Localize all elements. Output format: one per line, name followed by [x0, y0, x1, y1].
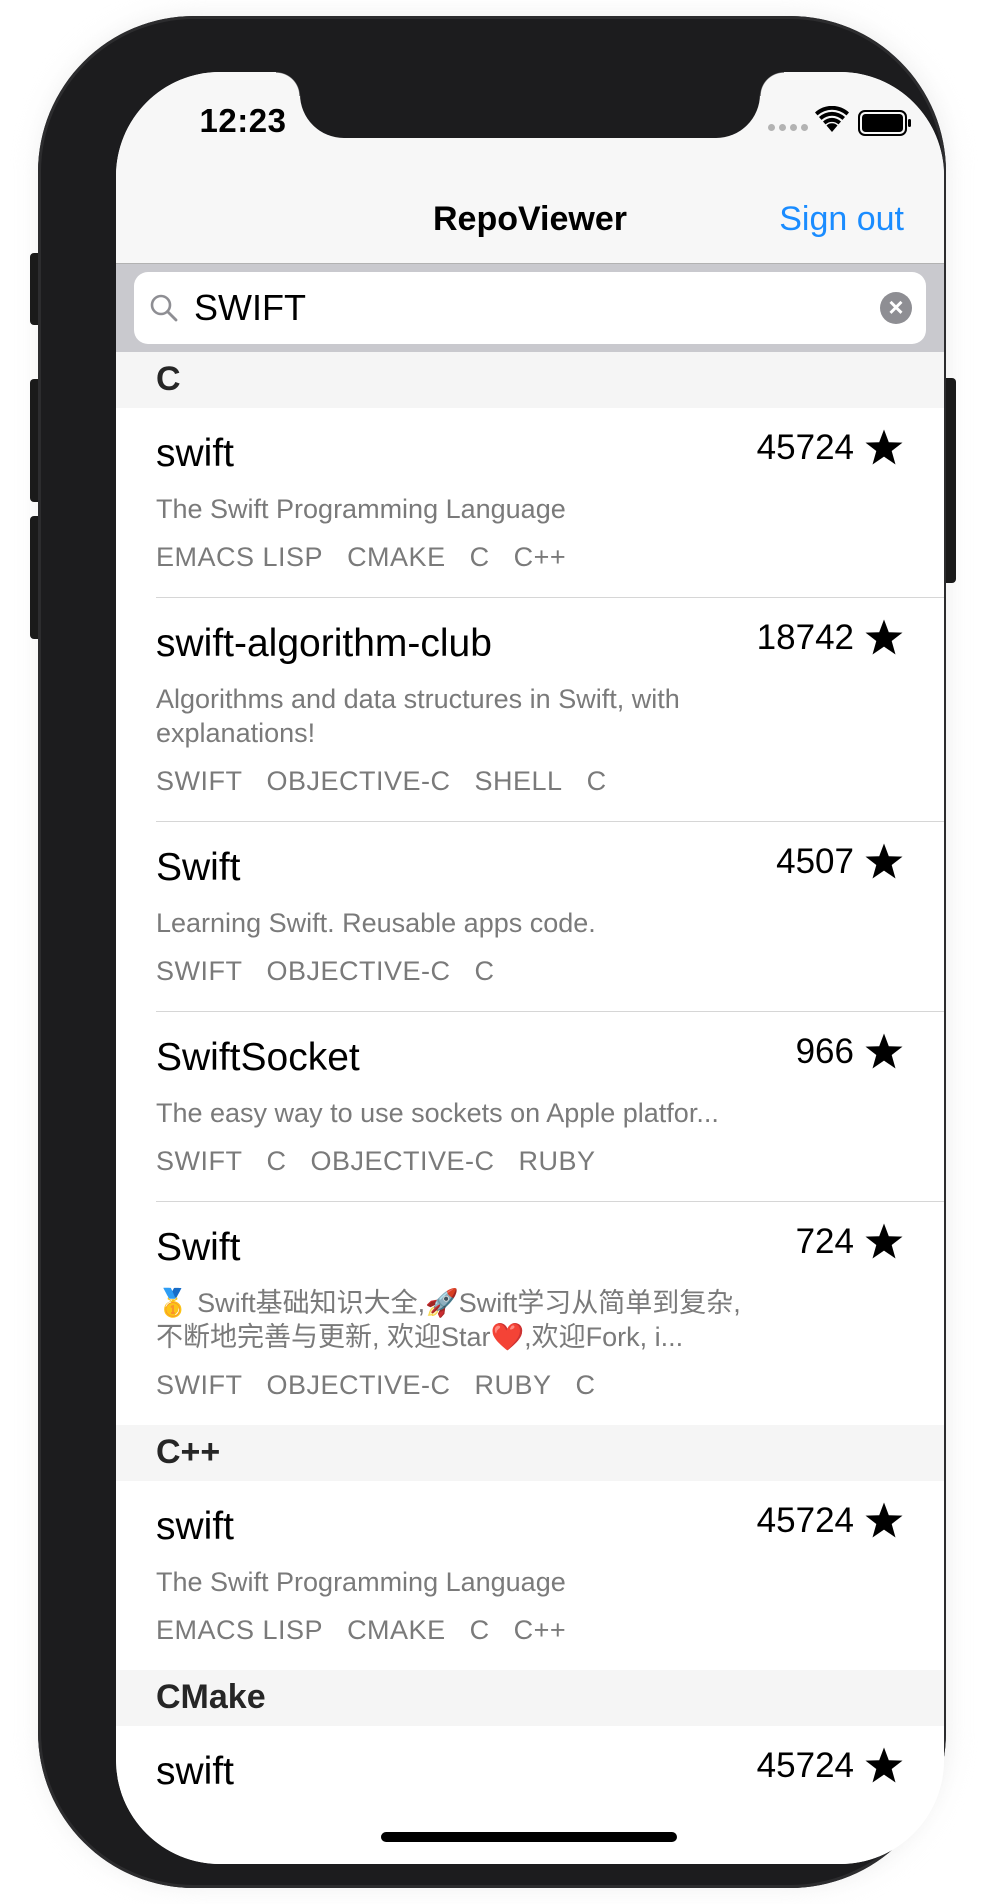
star-icon — [865, 429, 903, 465]
section-header: CMake — [116, 1670, 944, 1726]
repo-row[interactable]: swift-algorithm-club 18742 Algorithms and … — [116, 598, 944, 821]
search-value: SWIFT — [194, 287, 306, 328]
star-count: 45724 — [757, 428, 904, 468]
star-icon — [865, 1223, 903, 1259]
notch — [276, 72, 784, 138]
repo-description: Algorithms and data structures in Swift,… — [156, 684, 680, 748]
star-count-value: 966 — [795, 1032, 854, 1071]
repo-list: Cswift 45724 The Swift Programming Languag… — [116, 352, 944, 1818]
star-icon — [865, 1502, 903, 1538]
repo-name: SwiftSocket — [156, 1036, 360, 1079]
language-tag: EMACS LISP — [156, 1615, 324, 1645]
repo-name: swift — [156, 1505, 234, 1548]
repo-row[interactable]: Swift 724 🥇 Swift基础知识大全,🚀Swift学习从简单到复杂,不断地… — [116, 1202, 944, 1425]
language-tag: RUBY — [474, 1370, 552, 1400]
language-tag: C — [575, 1370, 596, 1400]
repo-languages: SWIFT OBJECTIVE-C SHELL C — [156, 766, 904, 797]
language-tag: OBJECTIVE-C — [266, 1370, 451, 1400]
language-tag: CMAKE — [347, 1615, 446, 1645]
language-tag: OBJECTIVE-C — [266, 956, 451, 986]
repo-name: Swift — [156, 1226, 241, 1269]
star-count: 966 — [796, 1032, 904, 1072]
star-count-value: 45724 — [756, 428, 854, 467]
language-tag: OBJECTIVE-C — [266, 766, 451, 796]
language-tag: C++ — [513, 542, 567, 572]
language-tag: C — [266, 1146, 287, 1176]
navigation-bar: RepoViewer Sign out — [116, 176, 944, 264]
repo-row[interactable]: SwiftSocket 966 The easy way to use socket… — [116, 1012, 944, 1201]
star-icon — [865, 1747, 903, 1783]
repo-languages: SWIFT OBJECTIVE-C C — [156, 956, 904, 987]
star-count-value: 4507 — [776, 842, 854, 881]
star-count-value: 45724 — [756, 1746, 854, 1785]
repo-name: Swift — [156, 846, 241, 889]
language-tag: SWIFT — [156, 1370, 243, 1400]
language-tag: C — [586, 766, 607, 796]
sign-out-button[interactable]: Sign out — [779, 200, 904, 239]
cellular-signal-icon — [768, 124, 808, 131]
star-count: 4507 — [776, 842, 904, 882]
star-count: 45724 — [757, 1501, 904, 1541]
language-tag: C — [469, 1615, 490, 1645]
phone-frame: 12:23 RepoViewer Sign out SWIFT × C swif… — [38, 16, 946, 1888]
language-tag: OBJECTIVE-C — [310, 1146, 495, 1176]
star-count-value: 724 — [795, 1222, 854, 1261]
search-input[interactable]: SWIFT × — [134, 272, 926, 344]
home-indicator[interactable] — [381, 1832, 677, 1842]
language-tag: C — [469, 542, 490, 572]
star-icon — [865, 843, 903, 879]
repo-languages: EMACS LISP CMAKE C C++ — [156, 542, 904, 573]
star-icon — [865, 619, 903, 655]
language-tag: C — [474, 956, 495, 986]
section-header: C++ — [116, 1425, 944, 1481]
repo-description: 🥇 Swift基础知识大全,🚀Swift学习从简单到复杂,不断地完善与更新, 欢… — [156, 1288, 741, 1352]
search-bar: SWIFT × — [116, 264, 944, 352]
language-tag: EMACS LISP — [156, 542, 324, 572]
repo-languages: SWIFT C OBJECTIVE-C RUBY — [156, 1146, 904, 1177]
star-count: 724 — [796, 1222, 904, 1262]
bottom-safe-area — [116, 1792, 944, 1864]
language-tag: C++ — [513, 1615, 567, 1645]
repo-languages: SWIFT OBJECTIVE-C RUBY C — [156, 1370, 904, 1401]
star-icon — [865, 1033, 903, 1069]
status-time: 12:23 — [199, 102, 287, 139]
language-tag: SWIFT — [156, 956, 243, 986]
repo-languages: EMACS LISP CMAKE C C++ — [156, 1615, 904, 1646]
section-header: C — [116, 352, 944, 408]
repo-description: The easy way to use sockets on Apple pla… — [156, 1098, 719, 1128]
clear-icon[interactable]: × — [880, 292, 912, 324]
language-tag: SWIFT — [156, 766, 243, 796]
star-count: 45724 — [757, 1746, 904, 1786]
language-tag: CMAKE — [347, 542, 446, 572]
repo-row[interactable]: Swift 4507 Learning Swift. Reusable apps c… — [116, 822, 944, 1011]
search-icon — [150, 294, 178, 322]
language-tag: SHELL — [474, 766, 563, 796]
star-count-value: 45724 — [756, 1501, 854, 1540]
repo-name: swift-algorithm-club — [156, 622, 492, 665]
screen: 12:23 RepoViewer Sign out SWIFT × C swif… — [116, 72, 944, 1864]
star-count: 18742 — [757, 618, 904, 658]
repo-description: Learning Swift. Reusable apps code. — [156, 908, 596, 938]
repo-description: The Swift Programming Language — [156, 1567, 566, 1597]
repo-name: swift — [156, 1750, 234, 1793]
battery-icon — [858, 110, 911, 136]
repo-description: The Swift Programming Language — [156, 494, 566, 524]
repo-name: swift — [156, 432, 234, 475]
repo-row[interactable]: swift 45724 The Swift Programming Language… — [116, 408, 944, 597]
wifi-icon — [815, 106, 849, 132]
star-count-value: 18742 — [756, 618, 854, 657]
language-tag: SWIFT — [156, 1146, 243, 1176]
language-tag: RUBY — [518, 1146, 596, 1176]
repo-row[interactable]: swift 45724 The Swift Programming Language… — [116, 1481, 944, 1670]
